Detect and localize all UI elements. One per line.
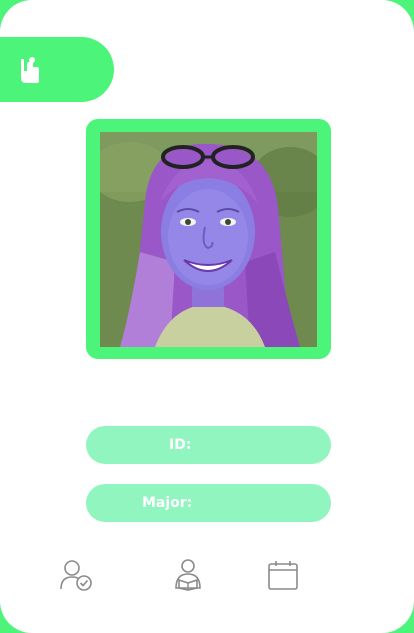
user-check-icon[interactable] (59, 558, 93, 592)
header-tab[interactable] (0, 37, 114, 102)
raised-hand-icon (21, 57, 39, 83)
id-field: ID: (86, 426, 331, 464)
id-label: ID: (169, 437, 192, 453)
profile-photo (100, 132, 317, 347)
student-card: ID: Major: (0, 0, 414, 633)
major-label: Major: (142, 495, 193, 511)
profile-photo-frame (86, 119, 331, 359)
student-reading-icon[interactable] (171, 558, 205, 592)
major-field: Major: (86, 484, 331, 522)
calendar-icon[interactable] (266, 558, 300, 592)
